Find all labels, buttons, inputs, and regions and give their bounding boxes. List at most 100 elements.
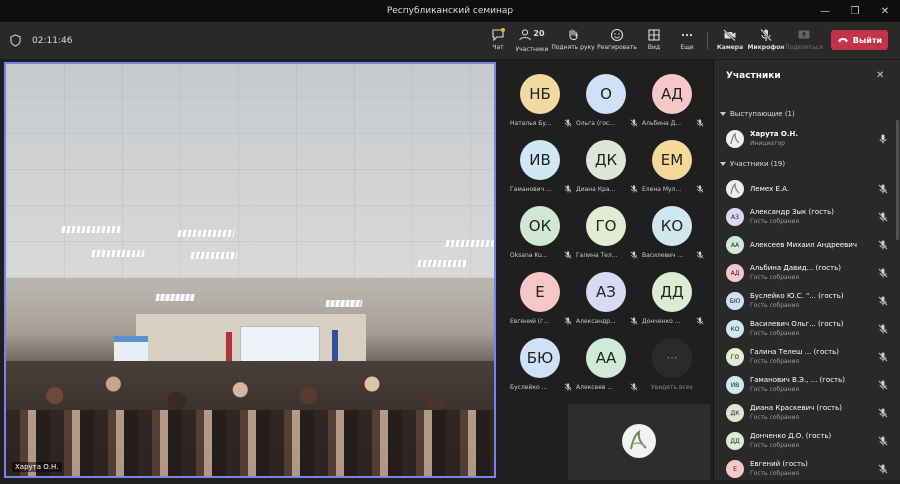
hand-icon [569,29,578,41]
attendee-role: Гость собрания [750,386,800,393]
attendee-role: Гость собрания [750,470,800,477]
main-video-feed[interactable]: Харута О.Н. [4,62,496,478]
attendees-section-header[interactable]: Участники (19) [720,160,785,168]
attendee-row[interactable]: ИВ Гаманович В.Э., ... (гость) Гость собра… [714,372,900,400]
participant-tile[interactable]: ИВ Гаманович ... [506,132,574,196]
presenter-avatar [726,130,744,148]
participant-tile[interactable]: ОК Oksana Ku... [506,198,574,262]
attendees-header-label: Участники (19) [730,160,786,168]
participant-tile[interactable]: ДД Донченко ... [638,264,706,328]
participant-avatar: О [586,74,626,114]
mic-off-icon [564,383,572,391]
attendee-avatar: АД [726,264,744,282]
attendee-avatar: ИВ [726,376,744,394]
panel-title: Участники [726,71,781,81]
video-ceiling-light [325,300,363,307]
attendee-row[interactable]: ДК Диана Краскевич (гость) Гость собрания [714,400,900,428]
participant-avatar: Е [520,272,560,312]
participant-tile[interactable]: АА Алексеев ... [572,330,640,394]
participant-name: Василевич ... [642,252,684,259]
see-all-tile[interactable]: ··· Увидеть всех [638,330,706,394]
attendee-name: Евгений (гость) [750,460,808,468]
attendee-row[interactable]: ДД Донченко Д.О. (гость) Гость собрания [714,428,900,456]
share-button[interactable]: Поделиться [782,26,826,56]
participant-tile[interactable]: БЮ Буслейко ... [506,330,574,394]
attendee-avatar: ДД [726,432,744,450]
attendee-row[interactable]: БЮ Буслейко Ю.С. "... (гость) Гость собран… [714,288,900,316]
attendee-row[interactable]: Лемех Е.А. [714,176,900,204]
meeting-timer: 02:11:46 [32,36,73,46]
org-logo-icon [726,130,744,148]
participant-name: Галина Тел... [576,252,618,259]
presenters-section-header[interactable]: Выступающие (1) [720,110,795,118]
participant-name: Увидеть всех [651,384,693,391]
video-ceiling-light [445,240,494,247]
mic-off-icon [878,324,888,334]
presenter-role: Инициатор [750,140,785,147]
hang-up-icon [837,38,848,43]
video-ceiling-light [177,230,235,237]
close-panel-icon[interactable]: ✕ [876,70,884,81]
participant-avatar: БЮ [520,338,560,378]
presenter-name-tag: Харута О.Н. [12,462,62,472]
mic-off-icon [564,251,572,259]
self-video-tile[interactable] [568,404,710,480]
raise-hand-button[interactable]: Поднять руку [550,26,596,56]
participant-tile[interactable]: ДК Диана Кра... [572,132,640,196]
attendee-row[interactable]: АД Альбина Давид... (гость) Гость собрания [714,260,900,288]
participant-avatar: АД [652,74,692,114]
video-ceiling-light [190,252,238,259]
chat-label: Чат [492,44,504,51]
attendee-row[interactable]: ГО Галина Телеш ... (гость) Гость собрания [714,344,900,372]
self-avatar [622,424,656,458]
participant-avatar: ИВ [520,140,560,180]
close-window-icon[interactable]: ✕ [870,0,900,22]
mic-off-icon [630,119,638,127]
mic-off-icon [878,408,888,418]
org-logo-icon [726,180,744,198]
participant-tile[interactable]: НБ Наталья Бу... [506,66,574,130]
attendee-avatar: ДК [726,404,744,422]
attendee-row[interactable]: КО Василевич Ольг... (гость) Гость собрани… [714,316,900,344]
participant-tile[interactable]: ГО Галина Тел... [572,198,640,262]
participant-name: Евгений (г... [510,318,550,325]
participant-name: Алексеев ... [576,384,614,391]
mic-off-icon [564,185,572,193]
attendee-row[interactable]: АА Алексеев Михаил Андреевич [714,232,900,260]
participants-panel: Участники ✕ Выступающие (1) Харута О.Н. … [713,60,900,480]
meeting-toolbar: 02:11:46 Чат 20 Участники Поднять руку Р… [0,22,900,60]
mic-label: Микрофон [747,44,785,51]
share-screen-icon [798,30,810,39]
leave-button[interactable]: Выйти [831,30,888,50]
attendee-name: Василевич Ольг... (гость) [750,320,844,328]
minimize-icon[interactable]: — [810,0,840,22]
participants-button[interactable]: 20 Участники [510,26,554,56]
participant-tile[interactable]: КО Василевич ... [638,198,706,262]
more-button[interactable]: Еще [665,26,709,56]
video-ceiling-light [417,260,469,267]
chevron-down-icon [720,112,726,116]
mic-off-icon [878,464,888,474]
attendee-role: Гость собрания [750,274,800,281]
maximize-icon[interactable]: ❐ [840,0,870,22]
mic-off-icon [878,268,888,278]
participant-tile[interactable]: ЕМ Елена Мул... [638,132,706,196]
mic-off-icon [696,119,704,127]
video-ceiling-light [61,226,123,233]
attendee-role: Гость собрания [750,442,800,449]
share-label: Поделиться [785,44,823,51]
attendee-name: Альбина Давид... (гость) [750,264,841,272]
participants-count: 20 [533,29,545,38]
participant-avatar: ЕМ [652,140,692,180]
presenters-header-label: Выступающие (1) [730,110,795,118]
participant-tile[interactable]: Е Евгений (г... [506,264,574,328]
attendee-avatar: КО [726,320,744,338]
participant-tile[interactable]: АЗ Александр... [572,264,640,328]
participant-tile[interactable]: О Ольга (гос... [572,66,640,130]
attendee-avatar: БЮ [726,292,744,310]
presenter-row[interactable]: Харута О.Н. Инициатор [714,126,900,154]
react-label: Реагировать [597,44,637,51]
attendee-row[interactable]: АЗ Александр Зык (гость) Гость собрания [714,204,900,232]
emoji-icon [610,28,624,42]
participant-tile[interactable]: АД Альбина Д... [638,66,706,130]
